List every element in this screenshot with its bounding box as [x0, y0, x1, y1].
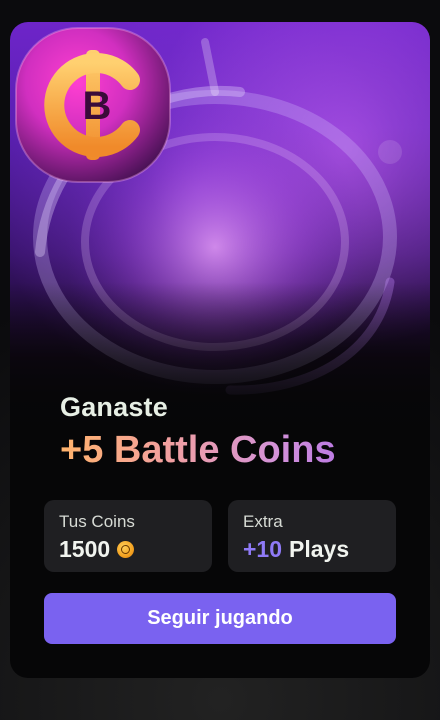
- extra-stat-label: Extra: [243, 512, 283, 531]
- extra-stat-value-row: +10 Plays: [243, 536, 349, 563]
- svg-text:B: B: [83, 84, 112, 128]
- extra-stat-value: +10: [243, 536, 283, 562]
- coins-stat-value: 1500: [59, 536, 111, 562]
- coin-icon: [117, 541, 135, 558]
- coins-stat-label: Tus Coins: [59, 512, 135, 531]
- hero-artwork: B: [10, 22, 430, 452]
- reward-headline: +5 Battle Coins: [60, 428, 420, 472]
- reward-text: Ganaste +5 Battle Coins: [60, 390, 420, 472]
- continue-playing-button[interactable]: Seguir jugando: [44, 593, 396, 644]
- extra-stat-unit: Plays: [289, 536, 350, 562]
- extra-stat-card: Extra +10 Plays: [228, 500, 396, 572]
- reward-card: B Ganaste +5 Battle Coins Tus Coins 1500…: [10, 22, 430, 678]
- reward-kicker: Ganaste: [60, 392, 168, 422]
- coins-stat-card: Tus Coins 1500: [44, 500, 212, 572]
- battle-coin-icon: B: [15, 27, 171, 183]
- coins-stat-value-row: 1500: [59, 536, 135, 563]
